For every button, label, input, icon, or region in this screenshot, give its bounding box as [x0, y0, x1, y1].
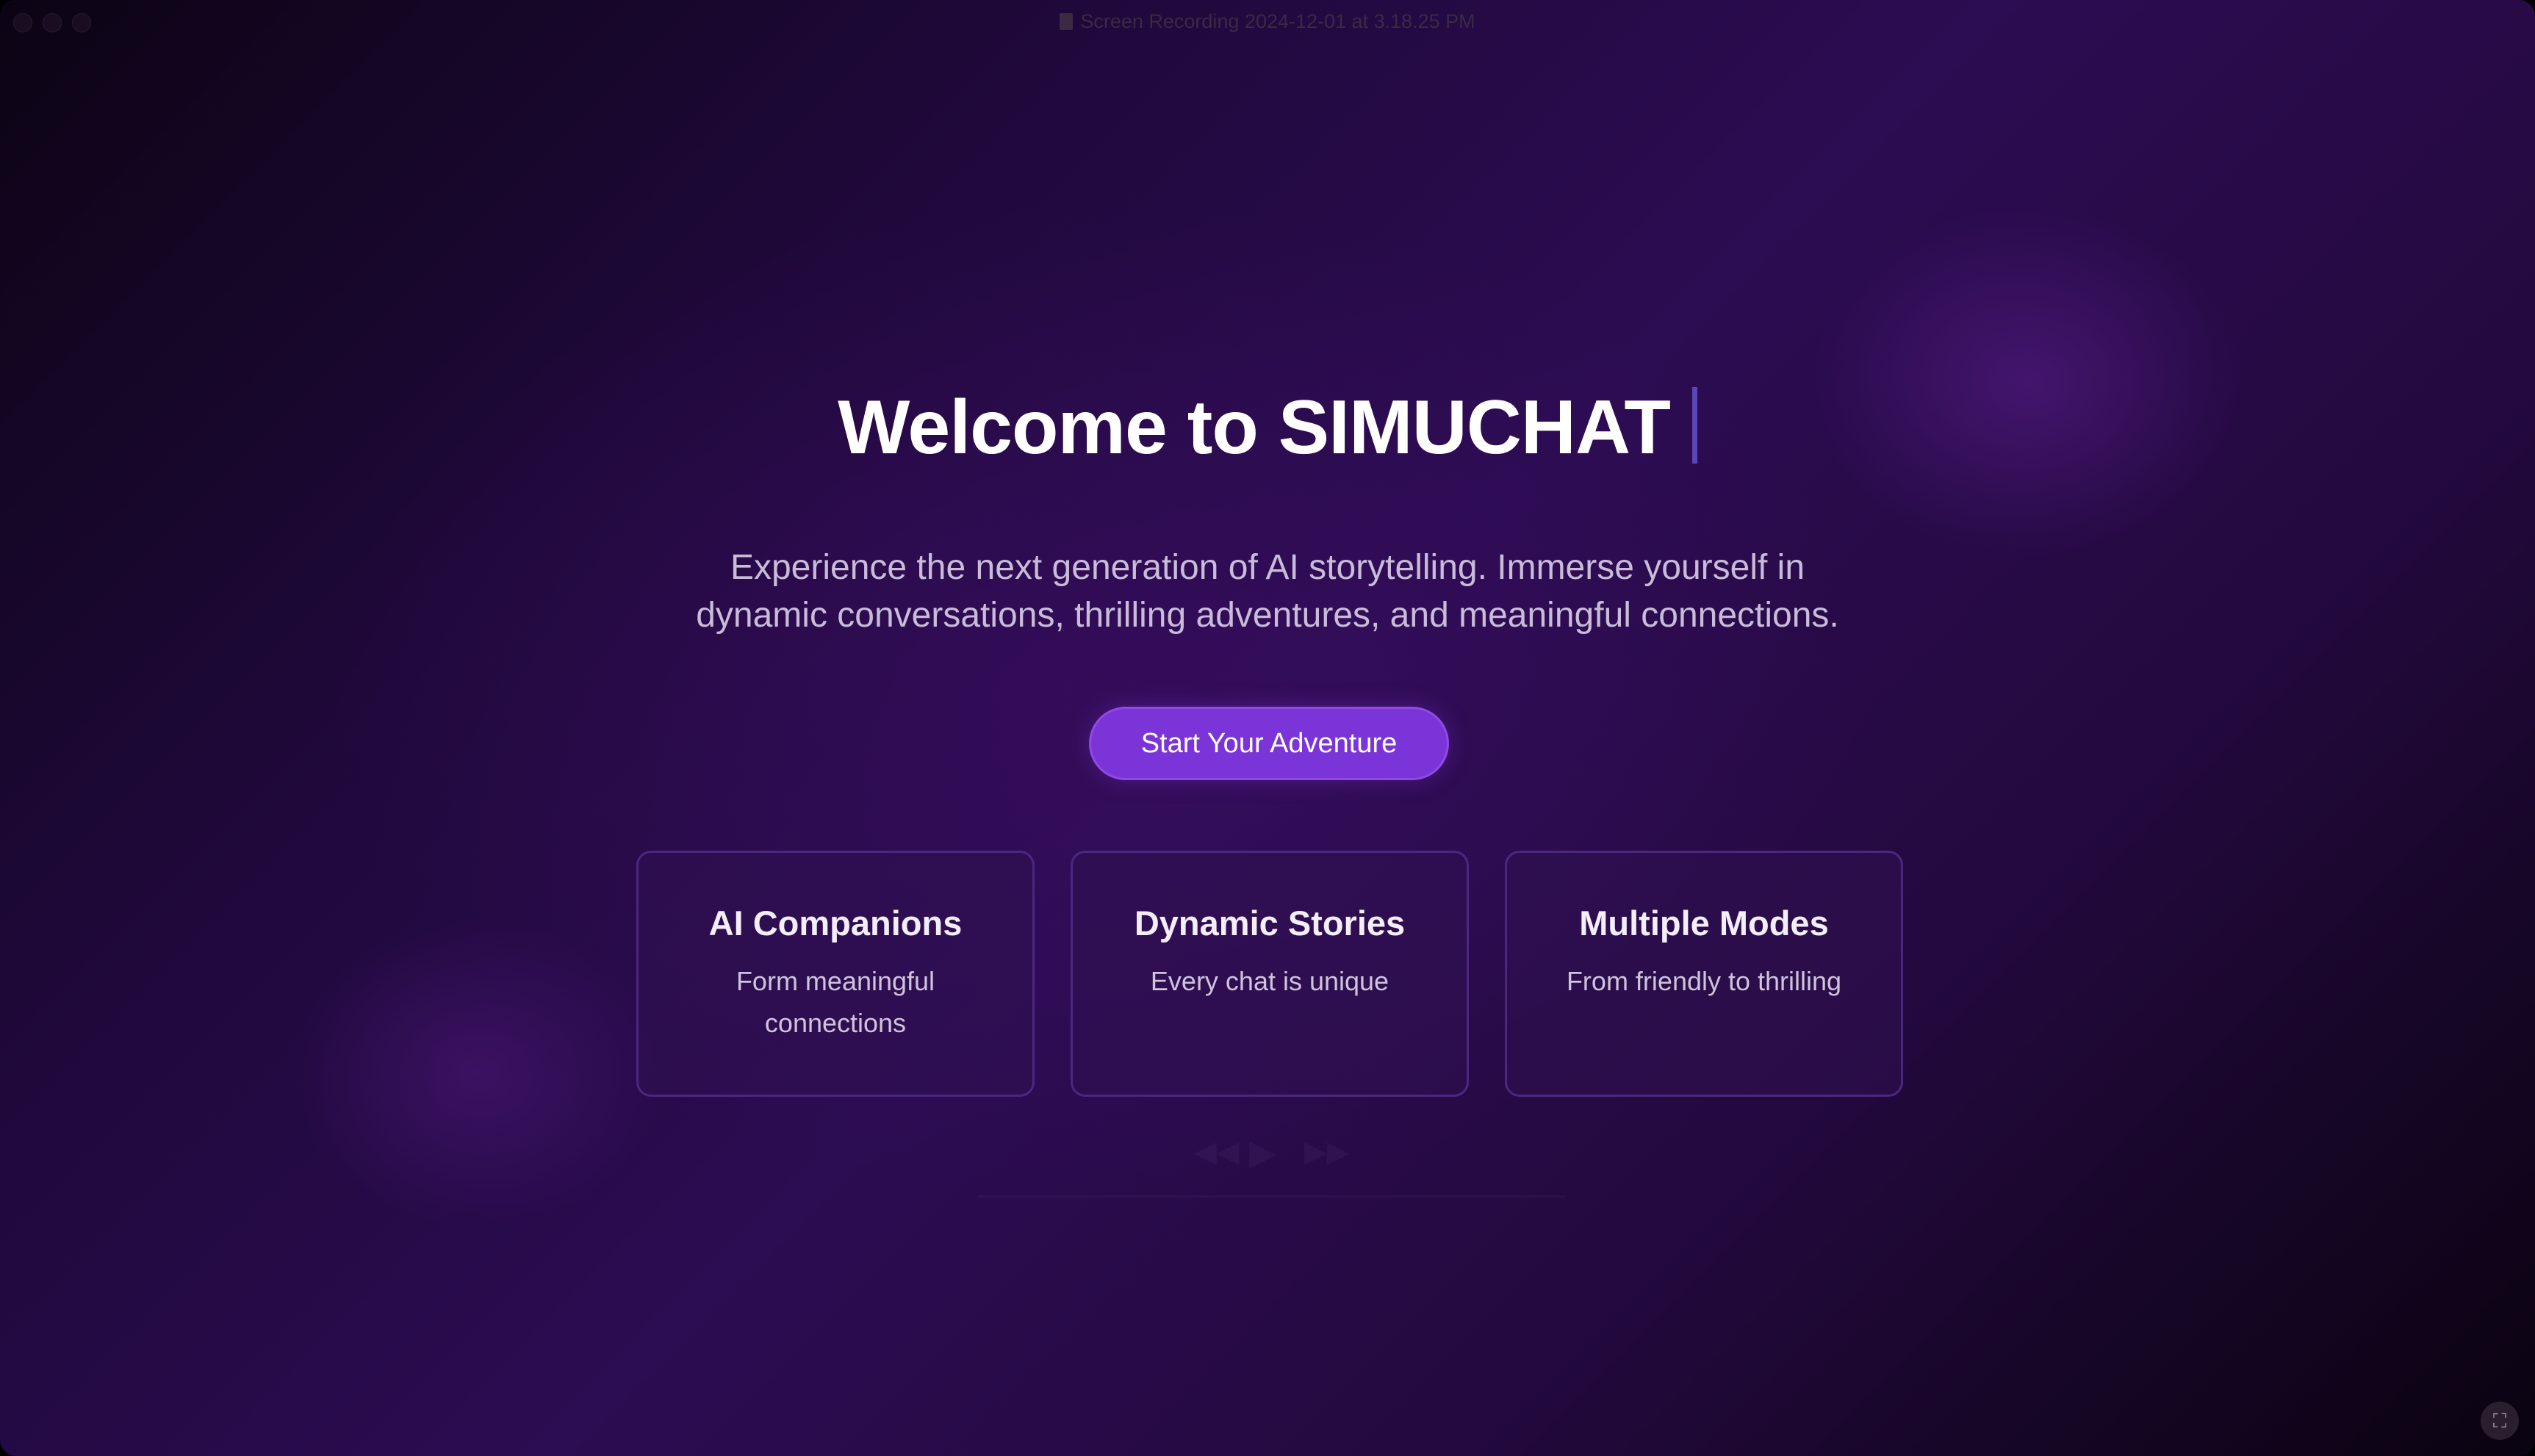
page-title-text: Welcome to SIMUCHAT — [838, 385, 1671, 470]
window-title: Screen Recording 2024-12-01 at 3.18.25 P… — [0, 10, 2535, 33]
feature-card-text: From friendly to thrilling — [1566, 966, 1842, 996]
feature-card-title: Multiple Modes — [1579, 904, 1829, 943]
feature-card-text: Form meaningful connections — [736, 966, 935, 1038]
feature-card-title: AI Companions — [708, 904, 963, 943]
feature-card-multiple-modes: Multiple Modes From friendly to thrillin… — [1505, 851, 1903, 1097]
document-icon — [1060, 13, 1074, 30]
fast-forward-icon[interactable]: ▶▶ — [1304, 1135, 1350, 1169]
hero-subtitle-line-2: dynamic conversations, thrilling adventu… — [696, 596, 1839, 635]
rewind-icon[interactable]: ◀◀ — [1194, 1135, 1240, 1169]
title-bar: Screen Recording 2024-12-01 at 3.18.25 P… — [0, 0, 2535, 43]
hero-subtitle: Experience the next generation of AI sto… — [588, 544, 1947, 639]
live-text-icon[interactable]: ⛶ — [2481, 1402, 2519, 1440]
feature-card-dynamic-stories: Dynamic Stories Every chat is unique — [1071, 851, 1469, 1097]
feature-card-ai-companions: AI Companions Form meaningful connection… — [636, 851, 1035, 1097]
app-window: Screen Recording 2024-12-01 at 3.18.25 P… — [0, 0, 2535, 1456]
play-icon[interactable]: ▶ — [1249, 1132, 1276, 1173]
start-adventure-button[interactable]: Start Your Adventure — [1089, 707, 1449, 780]
page-title: Welcome to SIMUCHAT — [0, 376, 2535, 479]
feature-card-text: Every chat is unique — [1150, 966, 1389, 996]
playback-scrubber[interactable] — [977, 1195, 1565, 1198]
hero-subtitle-line-1: Experience the next generation of AI sto… — [730, 548, 1805, 587]
feature-card-title: Dynamic Stories — [1134, 904, 1406, 943]
typing-caret — [1691, 387, 1697, 464]
media-player-controls: ◀◀ ▶ ▶▶ — [918, 1132, 1617, 1208]
window-title-text: Screen Recording 2024-12-01 at 3.18.25 P… — [1080, 10, 1475, 32]
